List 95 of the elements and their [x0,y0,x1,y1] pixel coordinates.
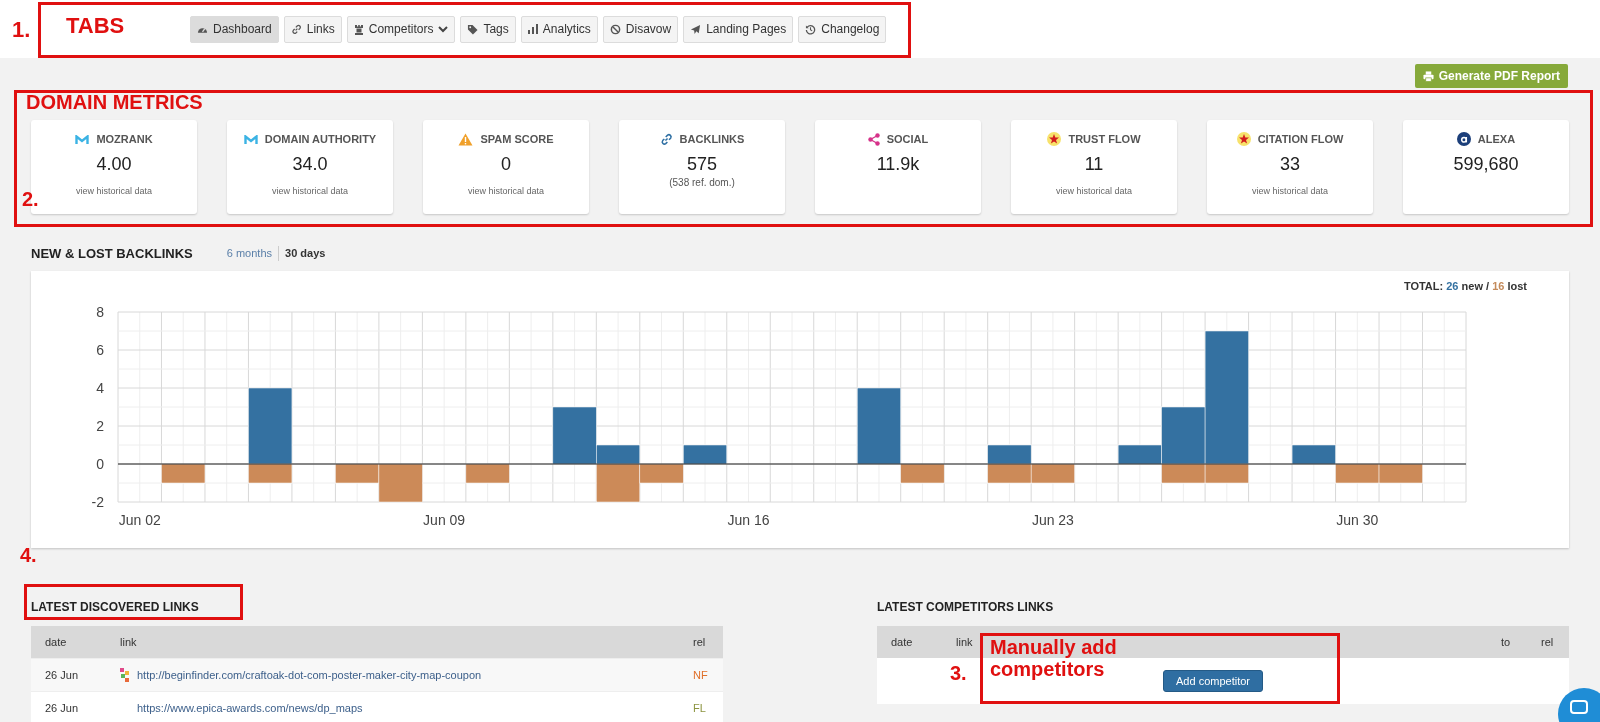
total-summary: TOTAL: 26 new / 16 lost [1403,280,1527,292]
annotation-number: 4. [20,544,37,566]
chart-bar [1030,463,1075,484]
metric-value: 0 [501,154,511,175]
y-axis-label: 0 [96,456,104,472]
x-axis-label: Jun 30 [1336,512,1379,528]
tab[interactable]: Landing Pages [683,15,794,43]
x-axis-label: Jun 09 [423,512,466,528]
chart-bar [161,463,206,484]
metric-value: 4.00 [96,154,132,175]
annotation-label: TABS [66,14,125,39]
y-axis-label: 4 [96,380,104,396]
link-url[interactable]: http://beginfinder.com/craftoak-dot-com-poster-maker-city-map-coupon [137,669,482,681]
history-icon [805,23,817,35]
tag-icon [467,23,479,35]
chart-bar [1378,463,1423,484]
annotation-label: DOMAIN METRICS [26,91,203,113]
chart-bar [987,463,1032,484]
historical-data-link[interactable]: view historical data [1251,186,1328,196]
x-axis-label: Jun 02 [118,512,161,528]
warning-icon [458,132,474,146]
moz-icon [243,134,258,144]
chart-bar [465,463,510,484]
metric-title: BACKLINKS [679,133,745,145]
section-title: NEW & LOST BACKLINKS [31,245,193,261]
annotation-number: 1. [12,18,31,43]
metric-value: 599,680 [1453,154,1519,175]
add-competitor-button[interactable]: Add competitor [1163,670,1263,692]
metric-title: SOCIAL [886,133,929,145]
printer-icon [1422,70,1434,82]
x-axis-label: Jun 23 [1031,512,1074,528]
link-url[interactable]: https://www.epica-awards.com/news/dp_maps [137,702,363,714]
chart-bar [987,444,1032,465]
column-header: link [956,636,974,648]
date-cell-text: 26 Jun [44,702,80,714]
metric-title: MOZRANK [96,133,153,145]
star-icon [1236,132,1251,146]
metric-title: ALEXA [1477,133,1516,145]
column-header: date [44,636,68,648]
column-header: rel [693,636,707,648]
historical-data-link[interactable]: view historical data [271,186,348,196]
range-link[interactable]: 6 months [226,247,273,259]
tab[interactable]: Competitors [346,15,456,43]
column-header: link [120,636,138,648]
historical-data-link[interactable]: view historical data [467,186,544,196]
rook-icon [353,23,364,35]
metric-title: CITATION FLOW [1257,133,1344,145]
ban-icon [609,23,621,35]
y-axis-label: 8 [96,304,104,320]
annotation-number: 2. [22,188,39,210]
metric-value: 11 [1084,154,1104,175]
range-link[interactable]: 30 days [285,247,326,259]
metric-value: 11.9k [876,154,920,175]
metric-title: SPAM SCORE [480,133,554,145]
metric-title: DOMAIN AUTHORITY [264,133,377,145]
moz-icon [75,134,90,144]
paper-plane-icon [690,23,702,35]
column-header: to [1501,636,1512,648]
tab[interactable]: Disavow [602,15,679,43]
share-icon [867,132,880,146]
metric-title: TRUST FLOW [1068,133,1141,145]
metric-value: 33 [1280,154,1300,175]
historical-data-link[interactable]: view historical data [1055,186,1132,196]
bar-chart-icon [527,24,538,34]
rel-cell-text: FL [693,702,707,714]
x-axis-label: Jun 16 [727,512,770,528]
link-icon [290,23,302,35]
column-header: rel [1541,636,1555,648]
favicon-icon [120,668,131,682]
caret-icon [438,25,449,33]
tab[interactable]: Tags [460,15,516,43]
metric-value: 575 [686,154,717,175]
tab[interactable]: Links [283,15,342,43]
annotation-number: 3. [950,662,967,684]
referring-domains-note: (538 ref. dom.) [669,177,735,188]
tab[interactable]: Changelog [798,15,887,43]
metric-value: 34.0 [292,154,328,175]
link-icon [659,132,673,146]
chart-bar [1291,444,1336,465]
tab[interactable]: Dashboard [190,15,279,43]
y-axis-label: 6 [96,342,104,358]
annotation-label: Manually add competitors [990,636,1118,680]
alexa-icon [1456,132,1471,146]
chart-bar [1335,463,1380,484]
chart-bar [683,444,727,465]
historical-data-link[interactable]: view historical data [75,186,152,196]
y-axis-label: -2 [91,494,104,510]
tab[interactable]: Analytics [520,15,598,43]
column-header: date [890,636,914,648]
rel-cell-text: NF [693,669,709,681]
section-title: LATEST DISCOVERED LINKS [31,599,199,616]
y-axis-label: 2 [96,418,104,434]
section-title: LATEST COMPETITORS LINKS [877,599,1054,616]
star-icon [1047,132,1062,146]
date-cell-text: 26 Jun [44,669,80,681]
